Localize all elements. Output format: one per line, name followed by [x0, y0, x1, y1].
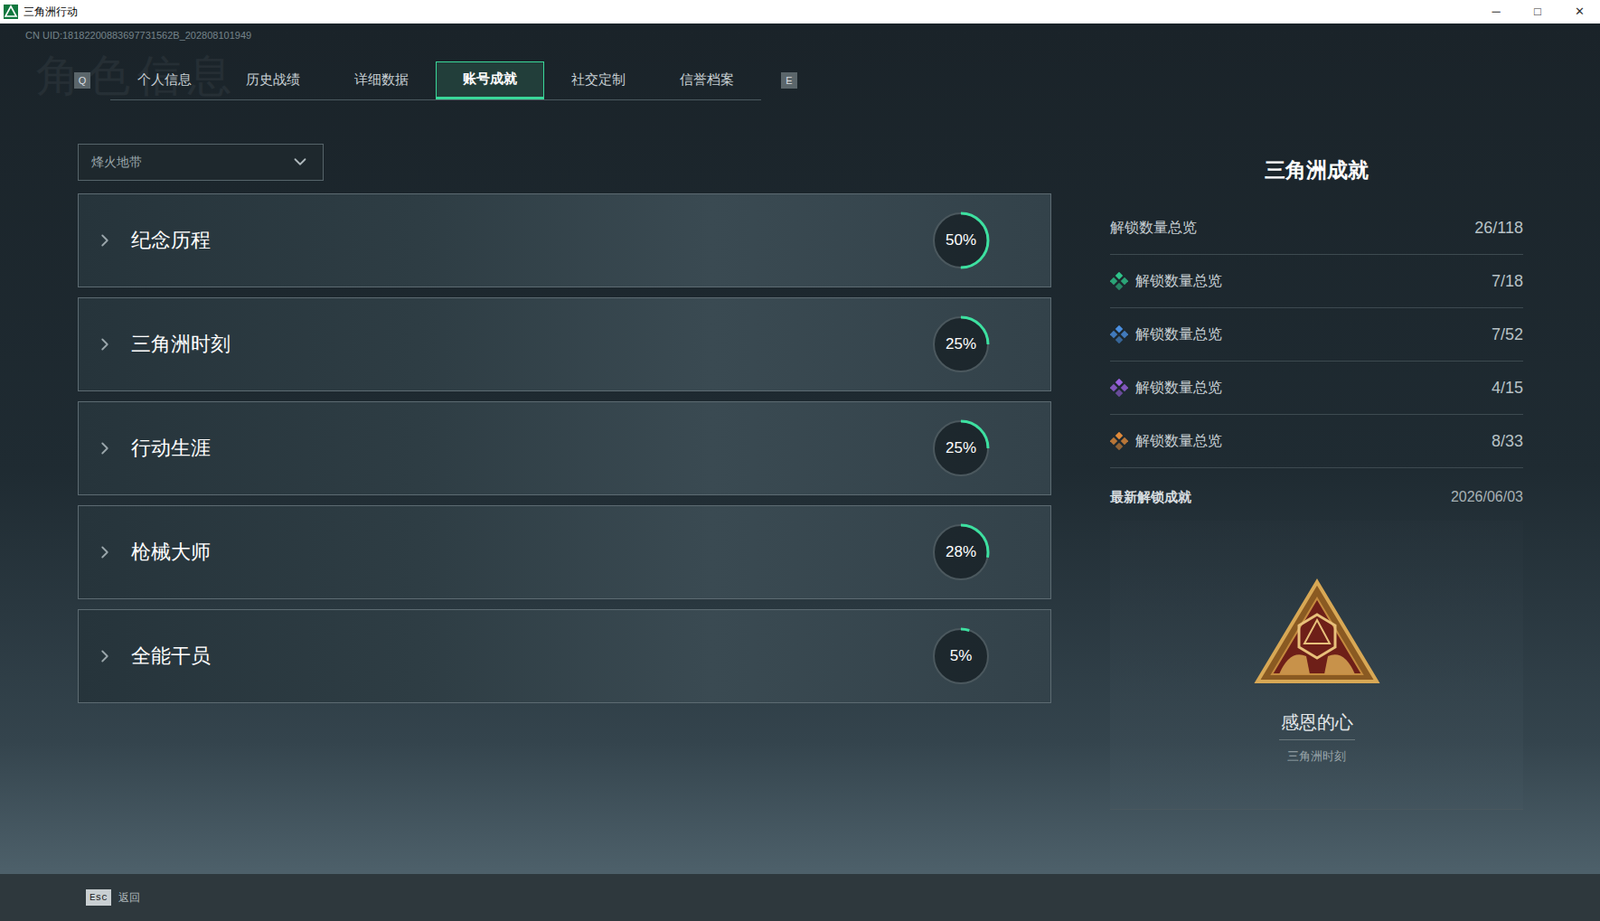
category-title: 三角洲时刻 [131, 329, 231, 359]
main-area: 角色信息CN UID:18182200883697731562B_2028081… [0, 23, 1600, 921]
app-logo-icon [3, 4, 19, 19]
esc-key[interactable]: Esc [85, 889, 112, 907]
progress-ring: 50% [929, 208, 993, 273]
progress-ring: 28% [929, 520, 993, 584]
tab[interactable]: 个人信息 [110, 61, 219, 100]
category-title: 全能干员 [131, 640, 211, 671]
tier-diamond-icon [1110, 432, 1129, 451]
summary-tier-row: 解锁数量总览7/52 [1110, 308, 1524, 362]
tab[interactable]: 信誉档案 [652, 61, 762, 100]
left-column: 烽火地带纪念历程 50% 三角洲时刻 25% 行动生涯 25% 枪械大师 28% 全能干员 5% [77, 143, 1052, 876]
category-title: 行动生涯 [131, 432, 211, 463]
progress-percent: 25% [929, 312, 993, 377]
latest-header: 最新解锁成就2026/06/03 [1110, 486, 1524, 509]
summary-total-row: 解锁数量总览26/118 [1110, 201, 1524, 255]
latest-category: 三角洲时刻 [1287, 747, 1346, 766]
latest-name: 感恩的心 [1279, 708, 1356, 741]
summary-panel: 三角洲成就解锁数量总览26/118解锁数量总览7/18解锁数量总览7/52解锁数… [1110, 143, 1524, 876]
tab-bar: Q 个人信息历史战绩详细数据账号成就社交定制信誉档案 E [74, 61, 1600, 101]
summary-tier-row: 解锁数量总览8/33 [1110, 414, 1524, 469]
footer-bar: Esc 返回 [0, 874, 1600, 921]
chevron-right-icon [94, 438, 115, 459]
tier-diamond-icon [1110, 272, 1129, 291]
tab[interactable]: 账号成就 [435, 61, 545, 100]
title-bar: 三角洲行动 ─□✕ [0, 0, 1600, 24]
progress-ring: 25% [929, 312, 993, 377]
summary-tier-row: 解锁数量总览4/15 [1110, 361, 1524, 415]
next-tab-key[interactable]: E [781, 72, 798, 89]
progress-percent: 50% [929, 208, 993, 273]
tab[interactable]: 历史战绩 [218, 61, 328, 100]
category-row[interactable]: 行动生涯 25% [77, 401, 1052, 496]
tab[interactable]: 详细数据 [327, 61, 436, 100]
chevron-right-icon [94, 334, 115, 355]
back-label[interactable]: 返回 [118, 889, 141, 906]
summary-tier-row: 解锁数量总览7/18 [1110, 254, 1524, 309]
app-window: 三角洲行动 ─□✕ 角色信息CN UID:18182200883697731562B… [0, 0, 1600, 921]
category-title: 纪念历程 [131, 225, 211, 255]
chevron-right-icon [94, 230, 115, 251]
tier-diamond-icon [1110, 325, 1129, 344]
chevron-right-icon [94, 646, 115, 667]
progress-percent: 5% [929, 624, 993, 688]
progress-ring: 25% [929, 416, 993, 480]
achievement-emblem-icon [1253, 578, 1381, 688]
chevron-down-icon [290, 151, 311, 172]
window-title: 三角洲行动 [23, 3, 78, 20]
progress-percent: 28% [929, 520, 993, 584]
prev-tab-key[interactable]: Q [74, 72, 91, 89]
tier-diamond-icon [1110, 378, 1129, 397]
tab[interactable]: 社交定制 [544, 61, 653, 100]
uid-text: CN UID:18182200883697731562B_20280810194… [0, 23, 1600, 44]
latest-card[interactable]: 感恩的心三角洲时刻 [1110, 520, 1524, 810]
window-control-button[interactable]: ─ [1475, 2, 1517, 21]
category-row[interactable]: 三角洲时刻 25% [77, 297, 1052, 392]
summary-title: 三角洲成就 [1110, 154, 1524, 187]
category-title: 枪械大师 [131, 536, 211, 567]
mode-select[interactable]: 烽火地带 [77, 143, 324, 181]
category-row[interactable]: 全能干员 5% [77, 609, 1052, 704]
category-row[interactable]: 纪念历程 50% [77, 193, 1052, 288]
progress-percent: 25% [929, 416, 993, 480]
window-control-button[interactable]: ✕ [1558, 2, 1600, 21]
window-control-button[interactable]: □ [1516, 2, 1559, 21]
progress-ring: 5% [929, 624, 993, 688]
chevron-right-icon [94, 542, 115, 563]
category-row[interactable]: 枪械大师 28% [77, 505, 1052, 600]
